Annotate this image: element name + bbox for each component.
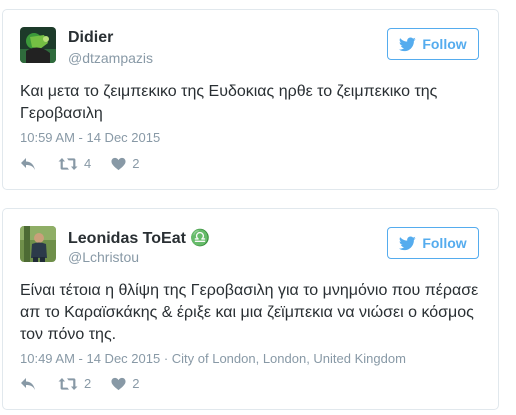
tweet-text: Και μετα το ζειμπεκικο της Ευδοκιας ηρθε… (20, 83, 438, 122)
retweet-icon (58, 377, 78, 390)
retweet-button[interactable]: 2 (58, 376, 91, 391)
reply-icon (21, 377, 35, 390)
avatar-image (20, 226, 56, 262)
user-handle[interactable]: @Lchristou (68, 249, 139, 265)
like-button[interactable]: 2 (111, 156, 139, 171)
reply-icon (21, 157, 35, 170)
avatar[interactable] (20, 226, 56, 262)
tweet-card: Leonidas ToEat ♎ @Lchristou Follow Είναι… (2, 208, 499, 410)
user-name[interactable]: Didier (68, 29, 113, 47)
tweet-location: · City of London, London, United Kingdom (160, 351, 406, 366)
retweet-icon (58, 157, 78, 170)
follow-button[interactable]: Follow (387, 227, 479, 259)
like-icon (111, 157, 126, 170)
avatar-image (20, 27, 56, 63)
twitter-bird-icon (399, 36, 417, 51)
like-button[interactable]: 2 (111, 376, 139, 391)
avatar[interactable] (20, 27, 56, 63)
libra-symbol: ♎ (190, 230, 211, 247)
tweet-meta: 10:49 AM - 14 Dec 2015 · City of London,… (20, 351, 406, 366)
tweet-timestamp[interactable]: 10:59 AM - 14 Dec 2015 (20, 130, 160, 145)
follow-label: Follow (422, 235, 467, 251)
like-count: 2 (132, 156, 140, 171)
retweet-count: 2 (84, 376, 92, 391)
like-count: 2 (132, 376, 140, 391)
user-handle[interactable]: @dtzampazis (68, 50, 153, 66)
user-name[interactable]: Leonidas ToEat ♎ (68, 228, 210, 248)
user-name-text: Leonidas ToEat (68, 230, 186, 247)
like-icon (111, 377, 126, 390)
tweet-text: Είναι τέτοια η θλίψη της Γεροβασιλη για … (20, 282, 479, 343)
follow-button[interactable]: Follow (387, 28, 479, 60)
reply-button[interactable] (20, 377, 36, 391)
tweet-meta: 10:59 AM - 14 Dec 2015 (20, 130, 160, 145)
tweet-card: Didier @dtzampazis Follow Και μετα το ζε… (2, 9, 499, 190)
tweet-actions: 4 2 (20, 156, 139, 171)
twitter-bird-icon (399, 235, 417, 250)
tweet-timestamp[interactable]: 10:49 AM - 14 Dec 2015 (20, 351, 160, 366)
retweet-count: 4 (84, 156, 92, 171)
follow-label: Follow (422, 36, 467, 52)
tweet-actions: 2 2 (20, 376, 139, 391)
reply-button[interactable] (20, 157, 36, 171)
retweet-button[interactable]: 4 (58, 156, 91, 171)
